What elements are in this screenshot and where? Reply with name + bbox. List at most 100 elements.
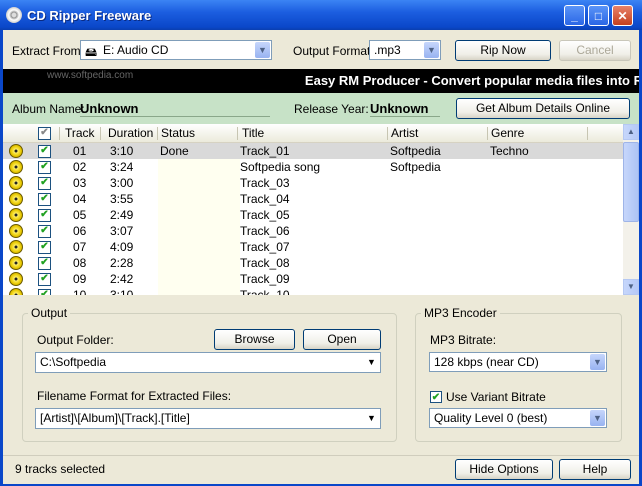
filename-format-label: Filename Format for Extracted Files:	[37, 389, 232, 403]
cell-title: Track_06	[240, 224, 290, 238]
cell-duration: 3:00	[110, 176, 134, 190]
table-row[interactable]: ✔ 03 3:00 Track_03	[3, 175, 623, 191]
cd-track-icon	[9, 208, 23, 222]
cd-track-icon	[9, 256, 23, 270]
scroll-up-icon[interactable]: ▲	[623, 124, 639, 140]
vertical-scrollbar[interactable]: ▲ ▼	[623, 124, 639, 295]
track-checkbox[interactable]: ✔	[38, 225, 51, 238]
cell-track: 01	[73, 144, 87, 158]
track-list-header: ✔ Track Duration Status Title Artist Gen…	[3, 124, 623, 143]
cell-track: 10	[73, 288, 87, 295]
cell-title: Track_08	[240, 256, 290, 270]
column-header-duration[interactable]: Duration	[108, 126, 153, 140]
chevron-down-icon[interactable]: ▼	[255, 42, 270, 58]
cd-track-icon	[9, 288, 23, 295]
cell-track: 07	[73, 240, 87, 254]
chevron-down-icon[interactable]: ▼	[364, 354, 379, 370]
quality-level-select[interactable]: Quality Level 0 (best) ▼	[429, 408, 607, 428]
rip-now-button[interactable]: Rip Now	[455, 40, 551, 61]
cell-duration: 3:24	[110, 160, 134, 174]
cd-track-icon	[9, 192, 23, 206]
watermark: www.softpedia.com	[47, 70, 134, 81]
track-checkbox[interactable]: ✔	[38, 177, 51, 190]
open-button[interactable]: Open	[303, 329, 381, 350]
chevron-down-icon[interactable]: ▼	[424, 42, 439, 58]
extract-from-label: Extract From:	[12, 44, 85, 58]
cd-track-icon	[9, 144, 23, 158]
drive-icon: 🖴	[85, 45, 98, 59]
cell-duration: 3:10	[110, 288, 134, 295]
minimize-button[interactable]: _	[564, 5, 585, 26]
album-name-field[interactable]: Unknown	[80, 101, 270, 117]
table-row[interactable]: ✔ 09 2:42 Track_09	[3, 271, 623, 287]
cell-title: Track_01	[240, 144, 290, 158]
chevron-down-icon[interactable]: ▼	[590, 354, 605, 370]
table-row[interactable]: ✔ 01 3:10 Done Track_01 Softpedia Techno	[3, 143, 623, 159]
track-checkbox[interactable]: ✔	[38, 257, 51, 270]
chevron-down-icon[interactable]: ▼	[590, 410, 605, 426]
track-checkbox[interactable]: ✔	[38, 193, 51, 206]
cell-artist: Softpedia	[390, 144, 441, 158]
cell-title: Track_07	[240, 240, 290, 254]
help-button[interactable]: Help	[559, 459, 631, 480]
variant-bitrate-label[interactable]: Use Variant Bitrate	[446, 390, 546, 404]
track-checkbox[interactable]: ✔	[38, 145, 51, 158]
column-header-artist[interactable]: Artist	[391, 126, 418, 140]
get-album-details-button[interactable]: Get Album Details Online	[456, 98, 630, 119]
cell-track: 02	[73, 160, 87, 174]
maximize-button[interactable]: □	[588, 5, 609, 26]
chevron-down-icon[interactable]: ▼	[364, 410, 379, 426]
tracks-selected-text: 9 tracks selected	[15, 462, 106, 476]
title-bar: CD Ripper Freeware _ □ ✕	[0, 0, 642, 30]
cd-track-icon	[9, 240, 23, 254]
header-check-icon[interactable]: ✔	[38, 127, 51, 140]
album-name-label: Album Name:	[12, 102, 85, 116]
table-row[interactable]: ✔ 02 3:24 Softpedia song Softpedia	[3, 159, 623, 175]
track-list[interactable]: ✔ Track Duration Status Title Artist Gen…	[3, 124, 639, 295]
hide-options-button[interactable]: Hide Options	[455, 459, 553, 480]
track-checkbox[interactable]: ✔	[38, 241, 51, 254]
column-header-status[interactable]: Status	[161, 126, 195, 140]
table-row[interactable]: ✔ 07 4:09 Track_07	[3, 239, 623, 255]
cell-duration: 2:28	[110, 256, 134, 270]
cell-title: Track_10	[240, 288, 290, 295]
column-header-genre[interactable]: Genre	[491, 126, 524, 140]
cell-title: Softpedia song	[240, 160, 321, 174]
scroll-down-icon[interactable]: ▼	[623, 279, 639, 295]
banner-text[interactable]: Easy RM Producer - Convert popular media…	[305, 73, 639, 88]
track-checkbox[interactable]: ✔	[38, 161, 51, 174]
ad-banner[interactable]: www.softpedia.com Easy RM Producer - Con…	[3, 69, 639, 93]
output-folder-select[interactable]: C:\Softpedia ▼	[35, 352, 381, 373]
cell-duration: 3:10	[110, 144, 134, 158]
output-folder-value: C:\Softpedia	[40, 355, 107, 369]
table-row[interactable]: ✔ 05 2:49 Track_05	[3, 207, 623, 223]
track-checkbox[interactable]: ✔	[38, 289, 51, 295]
cell-duration: 2:49	[110, 208, 134, 222]
cell-genre: Techno	[490, 144, 529, 158]
track-checkbox[interactable]: ✔	[38, 209, 51, 222]
variant-bitrate-checkbox[interactable]: ✔	[430, 391, 442, 403]
format-select[interactable]: .mp3 ▼	[369, 40, 441, 60]
track-checkbox[interactable]: ✔	[38, 273, 51, 286]
cd-track-icon	[9, 224, 23, 238]
column-header-title[interactable]: Title	[242, 126, 264, 140]
cell-artist: Softpedia	[390, 160, 441, 174]
cell-track: 05	[73, 208, 87, 222]
cd-track-icon	[9, 160, 23, 174]
table-row[interactable]: ✔ 08 2:28 Track_08	[3, 255, 623, 271]
close-button[interactable]: ✕	[612, 5, 633, 26]
drive-select[interactable]: 🖴 E: Audio CD ▼	[80, 40, 272, 60]
table-row[interactable]: ✔ 06 3:07 Track_06	[3, 223, 623, 239]
cd-track-icon	[9, 176, 23, 190]
window-title: CD Ripper Freeware	[27, 8, 152, 23]
cancel-button[interactable]: Cancel	[559, 40, 631, 61]
browse-button[interactable]: Browse	[214, 329, 295, 350]
table-row[interactable]: ✔ 04 3:55 Track_04	[3, 191, 623, 207]
column-header-track[interactable]: Track	[65, 126, 95, 140]
release-year-field[interactable]: Unknown	[370, 101, 440, 117]
filename-format-select[interactable]: [Artist]\[Album]\[Track].[Title] ▼	[35, 408, 381, 429]
scroll-thumb[interactable]	[623, 142, 639, 222]
filename-format-value: [Artist]\[Album]\[Track].[Title]	[40, 411, 190, 425]
mp3-bitrate-select[interactable]: 128 kbps (near CD) ▼	[429, 352, 607, 372]
table-row[interactable]: ✔ 10 3:10 Track_10	[3, 287, 623, 295]
